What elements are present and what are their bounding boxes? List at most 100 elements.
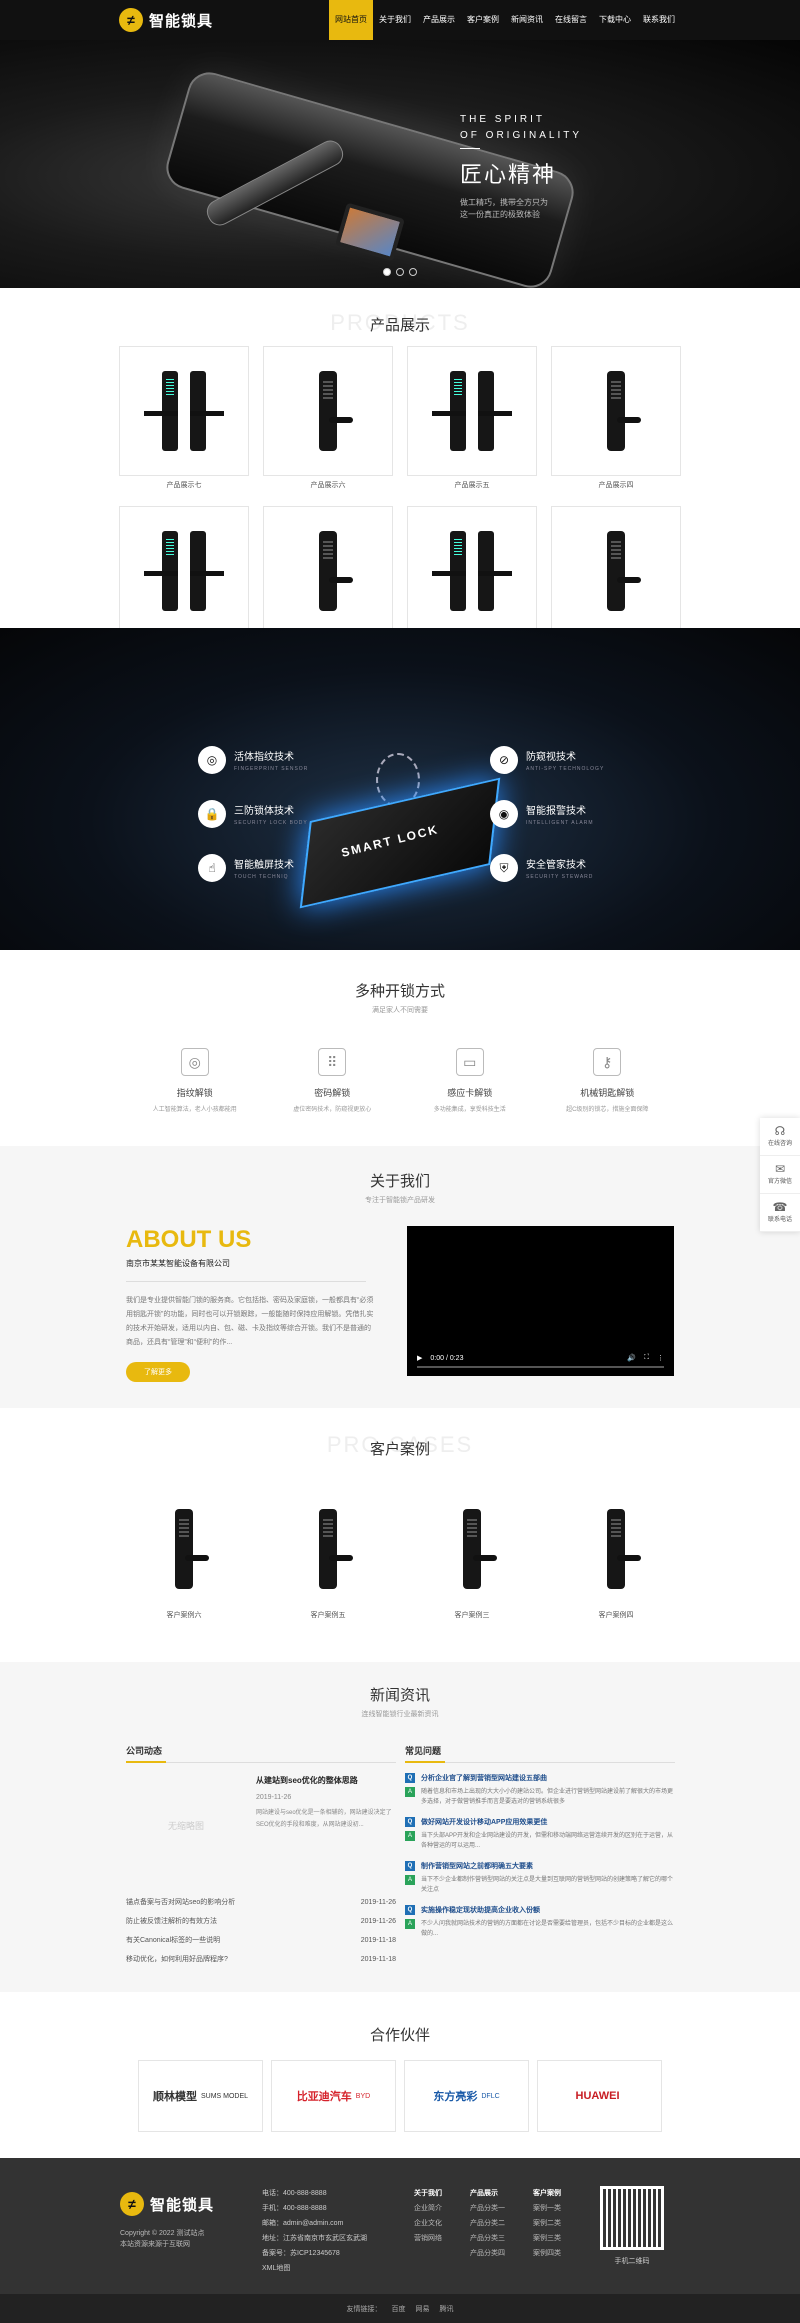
huawei-logo-icon[interactable]: HUAWEI [537, 2060, 662, 2132]
product-image[interactable] [551, 346, 681, 476]
fingerprint-icon: ◎ [198, 746, 226, 774]
nav-contact[interactable]: 联系我们 [637, 0, 681, 40]
footer-link[interactable]: 产品分类三 [470, 2231, 505, 2246]
partner-sub: BYD [355, 2092, 371, 2100]
case-card[interactable]: 客户案例三 [407, 1494, 537, 1620]
product-image[interactable] [551, 506, 681, 636]
tech-title: 安全管家技术 [526, 860, 586, 871]
byd-logo-icon[interactable]: 比亚迪汽车 BYD [271, 2060, 396, 2132]
footer-logo-text: 智能锁具 [150, 2196, 215, 2214]
case-image[interactable] [551, 1494, 681, 1604]
faq-item[interactable]: Q 做好网站开发设计移动APP应用效果更佳 A 当下头部APP开发和企业网站建设的开… [405, 1817, 675, 1851]
site-logo[interactable]: ≠ 智能锁具 [119, 8, 213, 32]
footer-link[interactable]: 产品分类四 [470, 2246, 505, 2261]
footer-link[interactable]: 产品分类一 [470, 2201, 505, 2216]
nav-products[interactable]: 产品展示 [417, 0, 461, 40]
dflc-logo-icon[interactable]: 东方亮彩 DFLC [404, 2060, 529, 2132]
product-image[interactable] [407, 506, 537, 636]
nav-home[interactable]: 网站首页 [329, 0, 373, 40]
banner-divider [460, 148, 480, 149]
list-item[interactable]: 防止被反馈注解析的有效方法 2019-11-26 [126, 1912, 396, 1931]
play-icon[interactable]: ▶ [417, 1354, 422, 1362]
faq-item[interactable]: Q 分析企业官了解到营销型网站建设五部曲 A 随着信息和市场上出现的大大小小的建站公… [405, 1773, 675, 1807]
unlock-item-card[interactable]: ▭ 感应卡解锁 多功能集成，享受科技生活 [401, 1048, 539, 1113]
about-more-button[interactable]: 了解更多 [126, 1362, 190, 1382]
product-image[interactable] [263, 346, 393, 476]
more-icon[interactable]: ⋮ [657, 1354, 664, 1362]
footer-link[interactable]: 案例一类 [533, 2201, 561, 2216]
footer-column-head[interactable]: 客户案例 [533, 2186, 561, 2201]
friend-link[interactable]: 腾讯 [440, 2304, 454, 2314]
footer-link[interactable]: 案例四类 [533, 2246, 561, 2261]
volume-icon[interactable]: 🔊 [627, 1354, 636, 1362]
product-card[interactable]: 产品展示七 [119, 346, 249, 492]
sums-logo-icon[interactable]: 顺林模型 SUMS MODEL [138, 2060, 263, 2132]
footer-column-head[interactable]: 关于我们 [414, 2186, 442, 2201]
side-wechat[interactable]: ✉ 官方微信 [760, 1156, 800, 1194]
hero-banner: THE SPIRIT OF ORIGINALITY 匠心精神 做工精巧，携带全方… [0, 40, 800, 288]
product-image[interactable] [263, 506, 393, 636]
footer-link[interactable]: 企业文化 [414, 2216, 442, 2231]
featured-news-title[interactable]: 从建站到seo优化的整体思路 [256, 1775, 396, 1786]
case-image[interactable] [119, 1494, 249, 1604]
case-card[interactable]: 客户案例六 [119, 1494, 249, 1620]
fullscreen-icon[interactable]: ⛶ [644, 1354, 649, 1362]
friend-link[interactable]: 百度 [392, 2304, 406, 2314]
friend-links: 友情链接： 百度 网易 腾讯 [0, 2294, 800, 2323]
nav-message[interactable]: 在线留言 [549, 0, 593, 40]
company-news-head[interactable]: 公司动态 [126, 1744, 396, 1763]
video-progress[interactable] [417, 1366, 664, 1368]
featured-news[interactable]: 无缩略图 从建站到seo优化的整体思路 2019-11-26 网站建设与seo优… [126, 1775, 396, 1893]
case-name: 客户案例六 [166, 1612, 202, 1619]
nav-cases[interactable]: 客户案例 [461, 0, 505, 40]
product-name: 产品展示七 [166, 482, 202, 489]
product-image[interactable] [119, 346, 249, 476]
list-item[interactable]: 移动优化，如何利用好品牌程序? 2019-11-18 [126, 1950, 396, 1969]
product-card[interactable]: 产品展示五 [407, 346, 537, 492]
lock-image [459, 1509, 497, 1589]
footer-column-head[interactable]: 产品展示 [470, 2186, 505, 2201]
about-title-text: 关于我们 [369, 1173, 430, 1190]
contact-icp[interactable]: 备案号：苏ICP12345678 [262, 2246, 367, 2261]
product-image[interactable] [407, 346, 537, 476]
unlock-item-fingerprint[interactable]: ◎ 指纹解锁 人工智能算法，老人小孩都能用 [126, 1048, 264, 1113]
answer-icon: A [405, 1787, 415, 1797]
side-label: 在线咨询 [767, 1141, 792, 1147]
product-card[interactable]: 产品展示四 [551, 346, 681, 492]
footer-link[interactable]: 案例二类 [533, 2216, 561, 2231]
product-image[interactable] [119, 506, 249, 636]
footer-link[interactable]: 案例三类 [533, 2231, 561, 2246]
tech-title: 智能触屏技术 [234, 860, 294, 871]
case-image[interactable] [263, 1494, 393, 1604]
news-item-title: 锚点备案与否对网站seo的影响分析 [126, 1899, 236, 1906]
sitemap-link[interactable]: XML地图 [262, 2261, 367, 2276]
carousel-dot-1[interactable] [383, 268, 391, 276]
faq-item[interactable]: Q 实施操作稳定现状助提高企业收入份额 A 不少人问我就网站技术的营销的方面都在讨论… [405, 1905, 675, 1939]
side-phone[interactable]: ☎ 联系电话 [760, 1194, 800, 1232]
about-video[interactable]: ▶ 0:00 / 0:23 🔊 ⛶ ⋮ [407, 1226, 674, 1376]
list-item[interactable]: 锚点备案与否对网站seo的影响分析 2019-11-26 [126, 1893, 396, 1912]
list-item[interactable]: 有关Canonical标签的一些说明 2019-11-18 [126, 1931, 396, 1950]
case-image[interactable] [407, 1494, 537, 1604]
friend-link[interactable]: 网易 [416, 2304, 430, 2314]
banner-en-line1: THE SPIRIT [460, 114, 546, 125]
footer-link[interactable]: 企业简介 [414, 2201, 442, 2216]
faq-item[interactable]: Q 制作营销型网站之前都明确五大要素 A 当下不少企业都制作营销型网站的关注点是大量… [405, 1861, 675, 1895]
case-name: 客户案例五 [310, 1612, 346, 1619]
unlock-item-password[interactable]: ⠿ 密码解锁 虚位密码技术，防窥视更放心 [264, 1048, 402, 1113]
carousel-dot-2[interactable] [396, 268, 404, 276]
faq-head[interactable]: 常见问题 [405, 1744, 675, 1763]
footer-logo[interactable]: ≠ 智能锁具 [120, 2192, 214, 2216]
footer-link[interactable]: 产品分类二 [470, 2216, 505, 2231]
product-card[interactable]: 产品展示六 [263, 346, 393, 492]
carousel-dot-3[interactable] [409, 268, 417, 276]
nav-download[interactable]: 下载中心 [593, 0, 637, 40]
side-online-consult[interactable]: ☊ 在线咨询 [760, 1118, 800, 1156]
nav-about[interactable]: 关于我们 [373, 0, 417, 40]
nav-news[interactable]: 新闻资讯 [505, 0, 549, 40]
case-card[interactable]: 客户案例五 [263, 1494, 393, 1620]
unlock-item-key[interactable]: ⚷ 机械钥匙解锁 超C级别的锁芯，措施全面保障 [539, 1048, 677, 1113]
footer-link[interactable]: 营销网络 [414, 2231, 442, 2246]
partner-sub: SUMS MODEL [200, 2092, 249, 2100]
case-card[interactable]: 客户案例四 [551, 1494, 681, 1620]
